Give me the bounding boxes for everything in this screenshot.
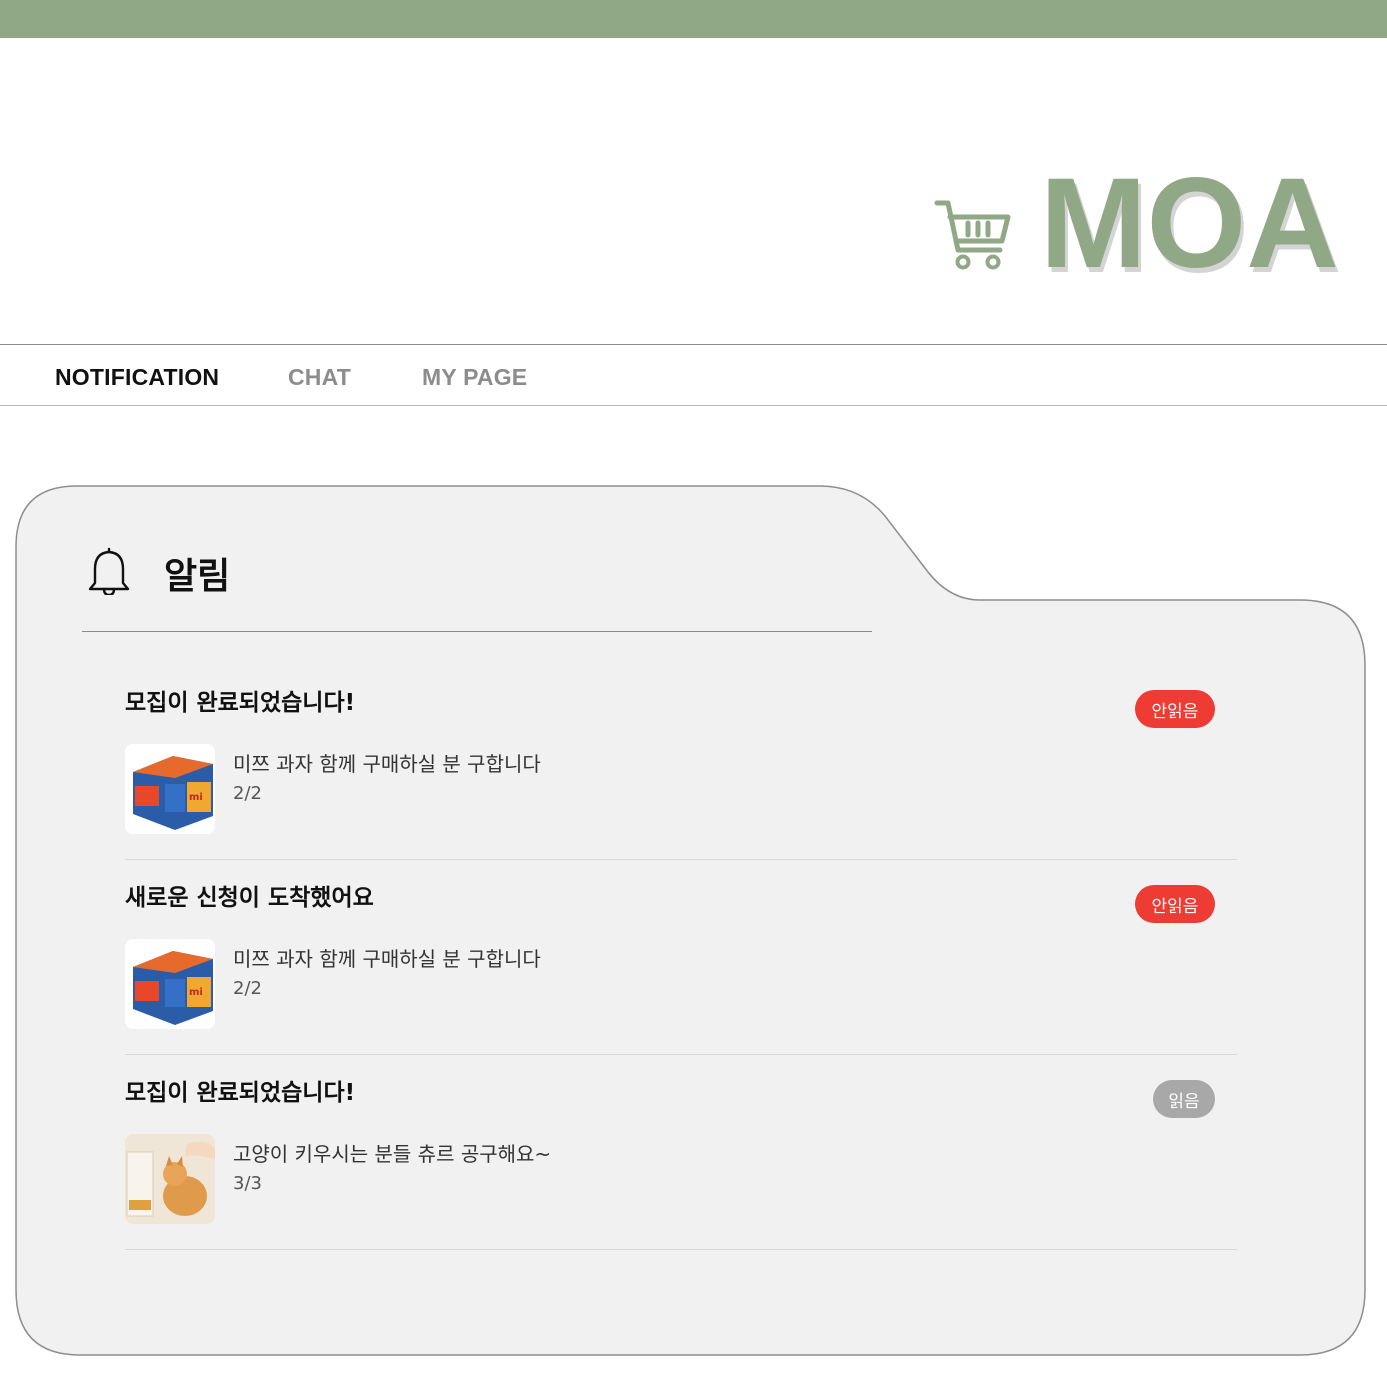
participant-count: 3/3: [233, 1173, 262, 1194]
svg-text:mi: mi: [189, 987, 203, 998]
post-title: 미쯔 과자 함께 구매하실 분 구합니다: [233, 752, 541, 776]
bell-icon: [88, 547, 130, 595]
cat-treat-image: [125, 1134, 215, 1224]
notification-title: 새로운 신청이 도착했어요: [125, 885, 374, 911]
notification-item[interactable]: 모집이 완료되었습니다! 고양이 키우시는 분들 츄르 공구해요~ 3/3 읽음: [125, 1055, 1237, 1250]
panel-title: 알림: [164, 556, 231, 597]
snack-box-image: mi: [125, 744, 215, 834]
header-divider: [82, 631, 872, 632]
notification-title: 모집이 완료되었습니다!: [125, 690, 356, 716]
notification-list: 모집이 완료되었습니다! mi 미쯔 과자 함께 구매하실 분 구합니다 2/2…: [125, 665, 1237, 1250]
notification-item[interactable]: 모집이 완료되었습니다! mi 미쯔 과자 함께 구매하실 분 구합니다 2/2…: [125, 665, 1237, 860]
participant-count: 2/2: [233, 783, 262, 804]
post-title: 미쯔 과자 함께 구매하실 분 구합니다: [233, 947, 541, 971]
svg-text:mi: mi: [189, 792, 203, 803]
participant-count: 2/2: [233, 978, 262, 999]
read-badge[interactable]: 읽음: [1153, 1080, 1215, 1118]
unread-badge[interactable]: 안읽음: [1135, 690, 1215, 728]
notification-title: 모집이 완료되었습니다!: [125, 1080, 356, 1106]
unread-badge[interactable]: 안읽음: [1135, 885, 1215, 923]
notification-item[interactable]: 새로운 신청이 도착했어요 mi 미쯔 과자 함께 구매하실 분 구합니다 2/…: [125, 860, 1237, 1055]
post-title: 고양이 키우시는 분들 츄르 공구해요~: [233, 1142, 552, 1166]
snack-box-image: mi: [125, 939, 215, 1029]
